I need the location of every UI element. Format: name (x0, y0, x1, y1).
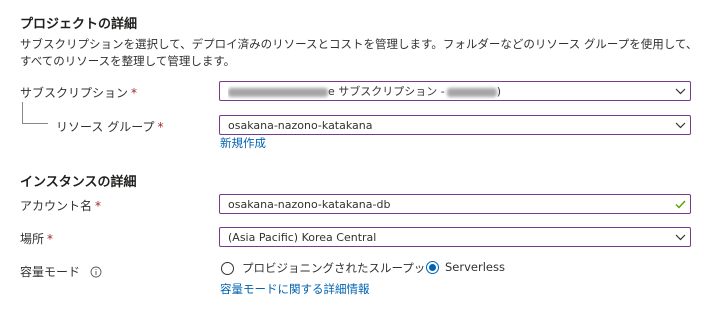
required-marker: * (95, 199, 102, 213)
project-details-description: サブスクリプションを選択して、デプロイ済みのリソースとコストを管理します。フォル… (20, 37, 698, 68)
capacity-mode-label: 容量モード (20, 263, 102, 281)
resource-group-label-text: リソース グループ (56, 120, 155, 134)
subscription-label: サブスクリプション * (20, 84, 137, 101)
capacity-mode-option-serverless[interactable]: Serverless (426, 260, 505, 274)
capacity-mode-learn-more-link[interactable]: 容量モードに関する詳細情報 (220, 281, 370, 297)
radio-button-unselected[interactable] (221, 261, 234, 275)
subscription-dropdown[interactable]: e サブスクリプション -) (219, 81, 691, 101)
location-label: 場所 * (20, 230, 53, 247)
location-dropdown[interactable]: (Asia Pacific) Korea Central (219, 227, 691, 247)
required-marker: * (157, 120, 164, 134)
capacity-mode-option-label: プロビジョニングされたスループット (242, 261, 437, 275)
account-name-label-text: アカウント名 (20, 199, 93, 213)
account-name-value: osakana-nazono-katakana-db (228, 197, 391, 211)
capacity-mode-option-provisioned[interactable]: プロビジョニングされたスループット (221, 260, 437, 276)
redacted-subscription-name (228, 87, 328, 97)
radio-button-selected[interactable] (426, 260, 439, 274)
account-name-label: アカウント名 * (20, 197, 101, 214)
create-new-resource-group-link[interactable]: 新規作成 (220, 135, 266, 151)
chevron-down-icon (670, 82, 690, 100)
location-value: (Asia Pacific) Korea Central (228, 230, 377, 244)
subscription-value-tail: ) (496, 85, 502, 98)
capacity-mode-option-label: Serverless (445, 260, 505, 274)
redacted-subscription-id (446, 87, 497, 97)
info-icon[interactable] (90, 266, 102, 281)
instance-details-heading: インスタンスの詳細 (20, 175, 137, 190)
subscription-value-visible: e サブスクリプション - (328, 85, 445, 98)
chevron-down-icon (670, 116, 690, 134)
subscription-value: e サブスクリプション -) (228, 83, 670, 99)
radio-dot-icon (429, 263, 436, 271)
location-label-text: 場所 (20, 232, 45, 246)
project-details-heading: プロジェクトの詳細 (20, 17, 138, 32)
resource-group-label: リソース グループ * (56, 118, 164, 135)
required-marker: * (47, 232, 54, 246)
capacity-mode-label-text: 容量モード (20, 265, 81, 279)
subscription-label-text: サブスクリプション (20, 86, 129, 100)
tree-connector-horizontal (22, 123, 48, 124)
resource-group-dropdown[interactable]: osakana-nazono-katakana (219, 115, 691, 135)
resource-group-value: osakana-nazono-katakana (228, 118, 373, 132)
tree-connector-vertical (22, 102, 23, 123)
account-name-input[interactable]: osakana-nazono-katakana-db (219, 194, 691, 214)
checkmark-icon (670, 195, 690, 213)
chevron-down-icon (670, 228, 690, 246)
required-marker: * (131, 86, 138, 100)
